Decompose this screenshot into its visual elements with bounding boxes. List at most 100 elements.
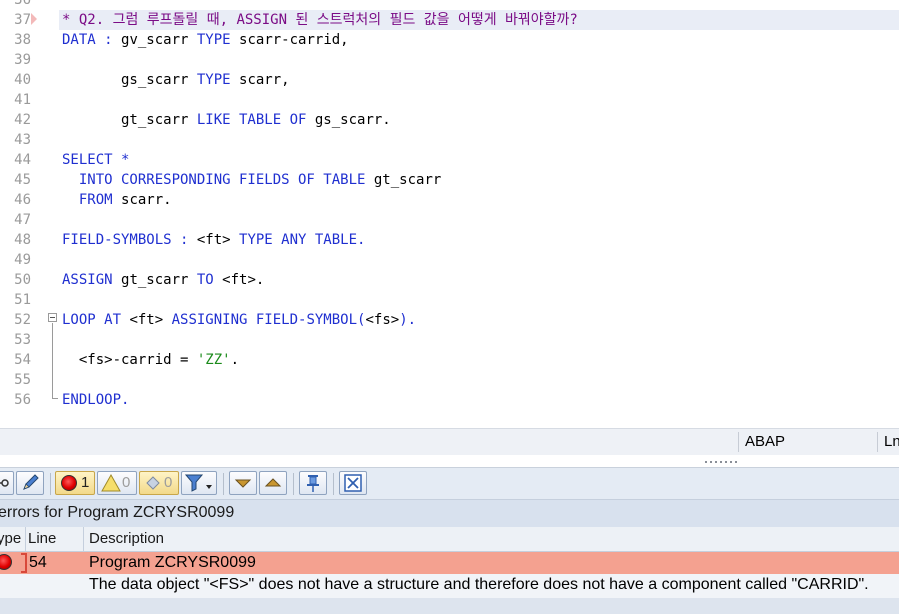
table-row[interactable]: The data object "<FS>" does not have a s… [0, 574, 899, 598]
code-line[interactable]: DATA : gv_scarr TYPE scarr-carrid, [62, 30, 349, 50]
error-line-cell: 54 [29, 554, 47, 571]
code-token: <ft> [196, 232, 240, 248]
warnings-filter-button[interactable]: 0 [97, 471, 137, 495]
code-line[interactable]: ASSIGN gt_scarr TO <ft>. [62, 270, 264, 290]
code-token: gt_scarr [62, 112, 197, 128]
code-token: FIELD-SYMBOLS : [62, 232, 197, 248]
arrow-up-icon [264, 478, 282, 487]
error-icon [0, 554, 12, 570]
status-language: ABAP [745, 433, 786, 450]
code-line[interactable]: SELECT * [62, 150, 129, 170]
code-token: <ft>. [222, 272, 265, 288]
fold-column [37, 0, 59, 428]
column-separator[interactable] [25, 527, 26, 551]
column-header-description[interactable]: Description [89, 530, 164, 547]
code-token: INTO CORRESPONDING FIELDS OF TABLE [62, 172, 374, 188]
error-list-toolbar: 1 0 0 [0, 467, 899, 500]
edit-button[interactable] [16, 471, 44, 495]
code-token: <fs> [365, 312, 400, 328]
line-number: 44 [14, 152, 31, 168]
code-token: TYPE [196, 72, 240, 88]
toolbar-separator [50, 473, 51, 495]
code-line[interactable]: ENDLOOP. [62, 390, 129, 410]
code-token: FROM [62, 192, 122, 208]
status-separator [877, 432, 878, 452]
fold-range-end [52, 398, 58, 399]
line-number: 42 [14, 112, 31, 128]
error-table-header: ype Line Description [0, 527, 899, 552]
next-item-button[interactable] [229, 471, 257, 495]
code-token: TO [196, 272, 223, 288]
column-header-type[interactable]: ype [0, 530, 21, 547]
column-separator[interactable] [83, 527, 84, 551]
code-token: . [230, 352, 240, 368]
code-line[interactable]: gt_scarr LIKE TABLE OF gs_scarr. [62, 110, 391, 130]
toolbar-separator [293, 473, 294, 495]
table-row[interactable]: 54 Program ZCRYSR0099 [0, 552, 899, 574]
line-number: 41 [14, 92, 31, 108]
code-token: LOOP AT [62, 312, 130, 328]
code-token: gt_scarr [121, 272, 197, 288]
arrow-down-icon [234, 479, 252, 488]
previous-item-button[interactable] [259, 471, 287, 495]
code-token: 'ZZ' [196, 352, 231, 368]
line-number: 49 [14, 252, 31, 268]
code-token: TYPE ANY TABLE. [239, 232, 366, 248]
line-number: 55 [14, 372, 31, 388]
table-row [0, 598, 899, 614]
errors-filter-button[interactable]: 1 [55, 471, 95, 495]
code-token: ASSIGNING FIELD-SYMBOL( [171, 312, 366, 328]
selection-marker [21, 553, 27, 573]
code-token: SELECT * [62, 152, 130, 168]
key-icon [0, 479, 9, 487]
code-token: gt_scarr [373, 172, 442, 188]
line-number: 48 [14, 232, 31, 248]
code-line[interactable]: <fs>-carrid = 'ZZ'. [62, 350, 239, 370]
line-number: 51 [14, 292, 31, 308]
code-token: gs_scarr [62, 72, 197, 88]
error-description-cell: Program ZCRYSR0099 [89, 554, 256, 571]
line-number: 38 [14, 32, 31, 48]
key-button[interactable] [0, 471, 14, 495]
code-line[interactable]: LOOP AT <ft> ASSIGNING FIELD-SYMBOL(<fs>… [62, 310, 416, 330]
line-number: 40 [14, 72, 31, 88]
code-token: scarr. [121, 192, 172, 208]
code-editor[interactable]: 36 37 38 39 40 41 42 43 44 45 46 47 48 49 50 51 52 53 54 55… [0, 0, 899, 428]
warning-count: 0 [122, 474, 131, 491]
error-description-cell: The data object "<FS>" does not have a s… [89, 576, 869, 593]
line-number: 56 [14, 392, 31, 408]
code-line[interactable]: * Q2. 그럼 루프돌릴 때, ASSIGN 된 스트럭처의 필드 값을 어떻… [62, 10, 578, 30]
code-token: DATA : [62, 32, 122, 48]
error-icon [61, 475, 77, 491]
pencil-icon [23, 474, 39, 490]
line-number: 53 [14, 332, 31, 348]
line-number: 45 [14, 172, 31, 188]
filter-icon [184, 474, 212, 492]
close-panel-button[interactable] [339, 471, 367, 495]
code-line[interactable]: INTO CORRESPONDING FIELDS OF TABLE gt_sc… [62, 170, 441, 190]
fold-range-line [52, 323, 53, 399]
code-line[interactable]: FIELD-SYMBOLS : <ft> TYPE ANY TABLE. [62, 230, 365, 250]
editor-status-bar: ABAP Ln [0, 428, 899, 455]
toolbar-separator [223, 473, 224, 495]
filter-button[interactable] [181, 471, 217, 495]
code-token: gv_scarr [121, 32, 197, 48]
fold-toggle-icon[interactable] [48, 313, 57, 322]
info-count: 0 [164, 474, 173, 491]
line-number: 47 [14, 212, 31, 228]
code-line[interactable]: gs_scarr TYPE scarr, [62, 70, 290, 90]
code-token: LIKE TABLE OF [196, 112, 315, 128]
code-token: scarr-carrid, [239, 32, 349, 48]
info-filter-button[interactable]: 0 [139, 471, 179, 495]
line-number: 50 [14, 272, 31, 288]
code-line[interactable]: FROM scarr. [62, 190, 172, 210]
pin-button[interactable] [299, 471, 327, 495]
line-number: 37 [14, 12, 31, 28]
column-header-line[interactable]: Line [28, 530, 56, 547]
toolbar-separator [333, 473, 334, 495]
status-separator [738, 432, 739, 452]
error-count: 1 [81, 474, 90, 491]
close-icon [344, 474, 362, 492]
code-token: ). [399, 312, 417, 328]
code-token: ASSIGN [62, 272, 122, 288]
